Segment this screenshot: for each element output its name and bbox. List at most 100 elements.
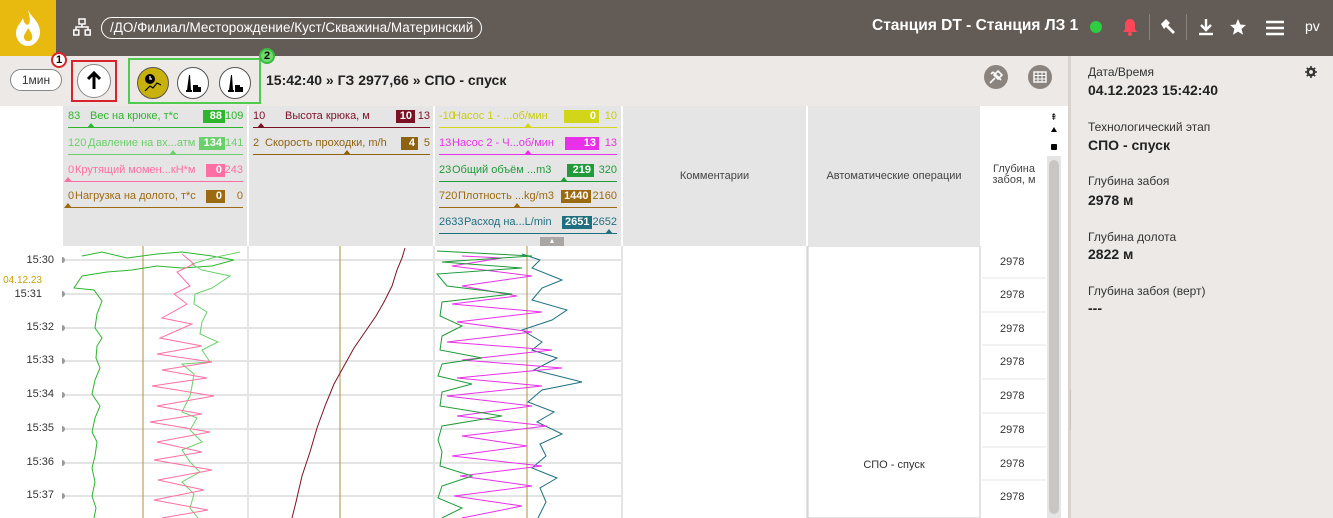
- view-mode-group: [128, 58, 261, 104]
- depth-cell: 2978: [1000, 424, 1025, 436]
- panel-3-header: -10 Насос 1 - ...об/мин 0 10 13 Насос 2 …: [435, 106, 621, 246]
- track-max: 243: [224, 164, 243, 176]
- toolbar: 1мин 15:42:40 » ГЗ 2977,66 » СПО - спуск: [0, 56, 1068, 106]
- panel-separator: [247, 246, 249, 518]
- track-torque[interactable]: 0 Крутящий момен...кН*м 0 243: [64, 164, 243, 190]
- vertical-depth-value: ---: [1088, 300, 1102, 316]
- pin-settings-button[interactable]: [984, 65, 1008, 89]
- user-name[interactable]: pv: [1305, 18, 1320, 34]
- track-max: 5: [423, 137, 430, 149]
- track-value: 1440: [561, 190, 591, 203]
- track-flow-rate[interactable]: 2633 Расход на...L/min 2651 2652: [439, 216, 617, 242]
- star-icon[interactable]: [1229, 18, 1247, 36]
- track-name: Нагрузка на долото, т*с: [75, 190, 196, 202]
- separator: [1149, 14, 1150, 40]
- hierarchy-icon[interactable]: [73, 18, 91, 36]
- time-tick: 15:32: [26, 321, 54, 333]
- breadcrumb[interactable]: /ДО/Филиал/Месторождение/Куст/Скважина/М…: [101, 17, 483, 39]
- track-max: 2652: [592, 216, 617, 228]
- annotation-badge-1: 1: [51, 52, 67, 68]
- stage-label: Технологический этап: [1088, 120, 1211, 134]
- flame-logo-icon[interactable]: [0, 0, 56, 56]
- track-value: 13: [565, 137, 599, 150]
- datetime-value: 04.12.2023 15:42:40: [1088, 82, 1218, 98]
- depth-cell: 2978: [1000, 256, 1025, 268]
- panel-2-header: 10 Высота крюка, м 10 13 2 Скорость прох…: [249, 106, 433, 246]
- log-chart[interactable]: [62, 246, 1047, 518]
- track-marker: [64, 203, 72, 208]
- track-name: Расход на...L/min: [464, 216, 552, 228]
- track-max: 141: [225, 137, 244, 149]
- track-name: Плотность ...kg/m3: [458, 190, 555, 202]
- track-scale: [68, 181, 243, 182]
- track-name: Общий объём ...m3: [452, 164, 552, 176]
- expand-tab[interactable]: ▲: [540, 237, 564, 246]
- track-name: Скорость проходки, m/h: [265, 137, 387, 149]
- status-dot-icon: [1090, 21, 1102, 33]
- track-pump-2[interactable]: 13 Насос 2 - Ч...об/мин 13 13: [439, 137, 617, 163]
- depth-cell: 2978: [1000, 491, 1025, 503]
- settings-gear-icon[interactable]: [1305, 66, 1317, 78]
- track-min: 13: [439, 137, 452, 149]
- track-inlet-pressure[interactable]: 120 Давление на вх...атм 134 141: [68, 137, 243, 163]
- track-min: 2633: [439, 216, 464, 228]
- time-tick: 15:34: [26, 388, 54, 400]
- track-name: Насос 1 - ...об/мин: [453, 110, 548, 122]
- time-tick: 15:36: [26, 456, 54, 468]
- track-density[interactable]: 720 Плотность ...kg/m3 1440 2160: [439, 190, 617, 216]
- track-rop[interactable]: 2 Скорость проходки, m/h 4 5: [253, 137, 430, 163]
- track-min: 23: [439, 164, 452, 176]
- scrollbar-thumb[interactable]: [1049, 160, 1059, 514]
- track-max: 2160: [592, 190, 617, 202]
- scroll-top-icon[interactable]: ⇞: [1050, 113, 1058, 122]
- info-panel: Дата/Время 04.12.2023 15:42:40 Технологи…: [1071, 56, 1333, 518]
- track-max: 109: [225, 110, 244, 122]
- track-pump-1[interactable]: -10 Насос 1 - ...об/мин 0 10: [439, 110, 617, 136]
- track-value: 134: [199, 137, 225, 150]
- track-value: 10: [396, 110, 415, 123]
- scroll-up-icon[interactable]: [1051, 127, 1057, 132]
- track-bit-load[interactable]: 0 Нагрузка на долото, т*с 0 0: [64, 190, 243, 216]
- table-view-button[interactable]: [1028, 65, 1052, 89]
- track-max: 320: [598, 164, 617, 176]
- track-marker: [64, 177, 72, 182]
- menu-icon[interactable]: [1265, 20, 1285, 36]
- track-value: 4: [401, 137, 418, 150]
- curve-hook-weight: [73, 251, 235, 518]
- track-value: 2651: [562, 216, 592, 229]
- scroll-stop-icon[interactable]: [1051, 144, 1057, 150]
- comments-header: Комментарии: [623, 106, 806, 246]
- track-hook-height[interactable]: 10 Высота крюка, м 10 13: [253, 110, 430, 136]
- interval-selector[interactable]: 1мин: [10, 69, 62, 91]
- arrow-up-icon: [87, 71, 101, 89]
- track-marker: [560, 177, 568, 182]
- track-scale: [253, 127, 430, 128]
- time-markers: [62, 257, 65, 499]
- depth-cell: 2978: [1000, 390, 1025, 402]
- download-icon[interactable]: [1197, 18, 1215, 36]
- time-mode-button[interactable]: [137, 67, 169, 99]
- auto-op-label: СПО - спуск: [863, 459, 925, 471]
- depth-cell: 2978: [1000, 458, 1025, 470]
- clock-chart-icon: [144, 74, 162, 92]
- track-marker: [257, 123, 265, 128]
- bottom-depth-label: Глубина забоя: [1088, 174, 1170, 188]
- annotation-badge-2: 2: [259, 48, 275, 64]
- scroll-to-latest-button[interactable]: [71, 60, 117, 102]
- panel-separator: [621, 246, 623, 518]
- hammer-icon[interactable]: [1159, 18, 1177, 36]
- track-min: 0: [68, 164, 75, 176]
- auto-ops-title: Автоматические операции: [826, 170, 962, 182]
- depth-row-lines: [982, 277, 1046, 481]
- panel-1-header: 83 Вес на крюке, т*с 88 109 120 Давление…: [63, 106, 247, 246]
- stage-value: СПО - спуск: [1088, 137, 1170, 153]
- track-total-volume[interactable]: 23 Общий объём ...m3 219 320: [439, 164, 617, 190]
- track-min: 0: [68, 190, 75, 202]
- track-hook-weight[interactable]: 83 Вес на крюке, т*с 88 109: [68, 110, 243, 136]
- bell-icon[interactable]: [1122, 18, 1138, 36]
- depth-mode-alt-button[interactable]: [219, 67, 251, 99]
- depth-column-title: Глубина забоя, м: [992, 163, 1036, 186]
- depth-mode-button[interactable]: [177, 67, 209, 99]
- track-name: Крутящий момен...кН*м: [75, 164, 196, 176]
- rig-icon: [228, 75, 243, 92]
